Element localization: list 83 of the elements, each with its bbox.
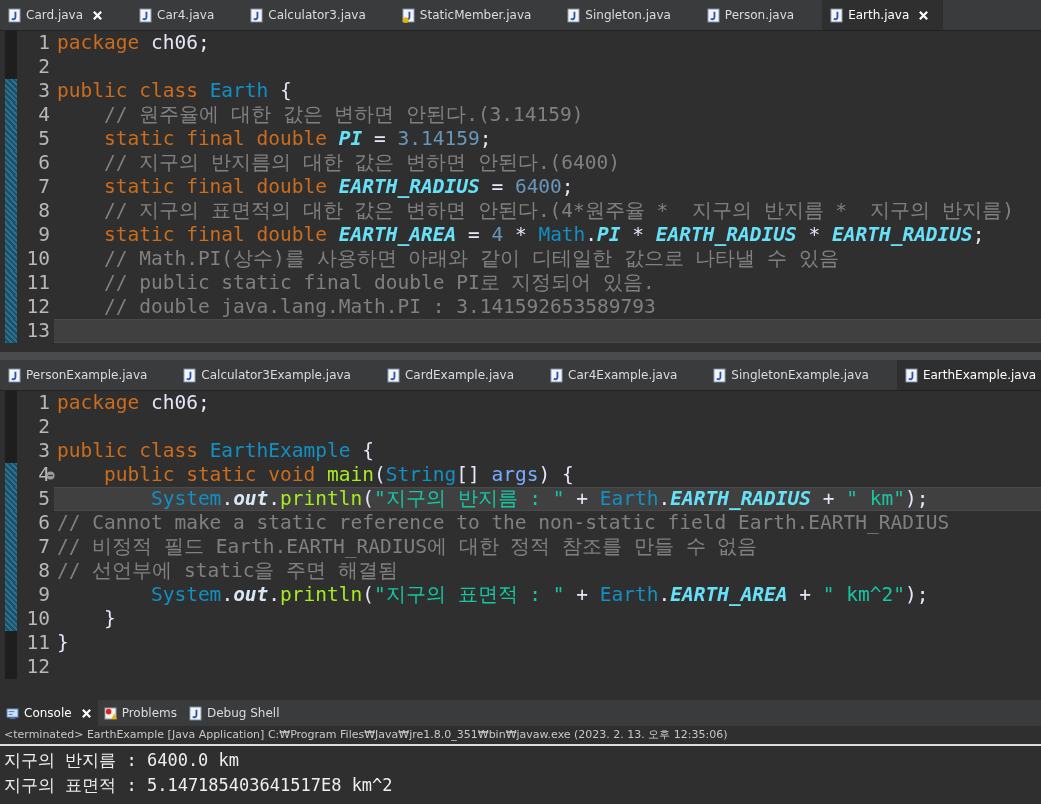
code-line: package ch06; [56,31,211,55]
java-file-icon [8,7,21,23]
code-line: static final double PI = 3.14159; [102,127,493,151]
code-line: public class Earth { [56,79,293,103]
problems-icon [103,705,117,721]
code-line: } [56,631,70,655]
code-line: // Math.PI(상수)를 사용하면 아래와 같이 디테일한 값으로 나타낼 수 있음 [102,247,840,271]
view-tab[interactable]: Console [0,700,98,726]
line-number: 5 [38,487,50,510]
close-icon[interactable] [92,9,104,21]
line-number: 3 [38,79,50,102]
console-output-line: 지구의 반지름 : 6400.0 km [4,749,240,772]
close-icon[interactable] [80,707,92,719]
java-file-icon [706,7,720,23]
line-number: 8 [38,559,50,582]
line-number: 9 [38,223,50,246]
line-number: 2 [38,55,50,78]
line-number: 6 [38,511,50,534]
java-file-icon [713,367,727,383]
java-file-icon [183,367,197,383]
java-file-icon [250,7,264,23]
java-file-icon [830,7,844,23]
line-number: 8 [38,199,50,222]
java-file-icon [401,7,415,23]
view-tab[interactable]: Problems [97,700,183,726]
editor-tab[interactable]: Singleton.java [559,0,685,30]
line-number: 1 [38,31,50,54]
java-file-icon [904,367,918,383]
editor-tab[interactable]: Car4.java [131,0,229,30]
line-number: 6 [38,151,50,174]
code-line: // public static final double PI로 지정되어 있음. [102,271,656,295]
line-number: 10 [26,607,50,630]
editor-tab[interactable]: Earth.java [822,0,944,30]
java-file-icon [188,705,202,721]
line-number: 12 [26,655,50,678]
line-number: 2 [38,415,50,438]
fold-icon[interactable] [46,471,55,480]
line-number: 4 [38,103,50,126]
java-file-icon [567,7,581,23]
code-line: // double java.lang.Math.PI : 3.141592653589793 [102,295,657,319]
editor-tab[interactable]: Calculator3Example.java [175,360,365,390]
code-line: // Cannot make a static reference to the non-static field Earth.EARTH_RADIUS [56,511,951,535]
editor-tab[interactable]: Car4Example.java [542,360,692,390]
code-line: public static void main(String[] args) { [102,463,575,487]
line-number: 1 [38,391,50,414]
code-line: package ch06; [56,391,211,415]
line-number: 11 [26,271,50,294]
java-file-icon [8,367,21,383]
view-tab[interactable]: Debug Shell [182,700,286,726]
code-line: // 선언부에 static을 주면 해결됨 [56,559,399,583]
process-status: <terminated> EarthExample [Java Application] C:₩Program Files₩Java₩jre1.8.0_351₩bin₩javaw.exe (2023. 2. 13. 오후 12:35:06) [4,728,728,741]
code-line: System.out.println("지구의 표면적 : " + Earth.EARTH_AREA + " km^2"); [149,583,930,607]
editor-tab[interactable]: SingletonExample.java [705,360,883,390]
line-number: 9 [38,583,50,606]
console-output-line: 지구의 표면적 : 5.147185403641517E8 km^2 [4,774,393,797]
editor-tab[interactable]: PersonExample.java [0,360,162,390]
line-number: 11 [26,631,50,654]
code-line: public class EarthExample { [56,439,375,463]
code-line: // 원주율에 대한 값은 변하면 안된다.(3.14159) [102,103,585,127]
code-line: static final double EARTH_AREA = 4 * Math.PI * EARTH_RADIUS * EARTH_RADIUS; [102,223,986,247]
line-number: 10 [26,247,50,270]
java-file-icon [386,367,400,383]
code-line: // 비정적 필드 Earth.EARTH_RADIUS에 대한 정적 참조를 만들 수 없음 [56,535,759,559]
code-line: // 지구의 표면적의 대한 값은 변하면 안된다.(4*원주율 * 지구의 반지름 * 지구의 반지름) [102,199,1015,223]
line-number: 7 [38,535,50,558]
editor-tab[interactable]: CardExample.java [378,360,529,390]
code-line: // 지구의 반지름의 대한 값은 변하면 안된다.(6400) [102,151,622,175]
line-number: 13 [26,319,50,342]
code-line: static final double EARTH_RADIUS = 6400; [102,175,575,199]
editor-tab[interactable]: Person.java [698,0,809,30]
line-number: 5 [38,127,50,150]
java-file-icon [550,367,564,383]
editor-tab[interactable]: Calculator3.java [242,0,380,30]
java-file-icon [139,7,153,23]
editor-tab[interactable]: StaticMember.java [393,0,546,30]
line-number: 12 [26,295,50,318]
line-number: 3 [38,439,50,462]
close-icon[interactable] [918,9,930,21]
line-number: 7 [38,175,50,198]
editor-tab[interactable]: EarthExample.java [896,360,1041,390]
editor-tab[interactable]: Card.java [0,0,118,30]
code-line: } [102,607,117,631]
monitor-icon [6,705,19,721]
